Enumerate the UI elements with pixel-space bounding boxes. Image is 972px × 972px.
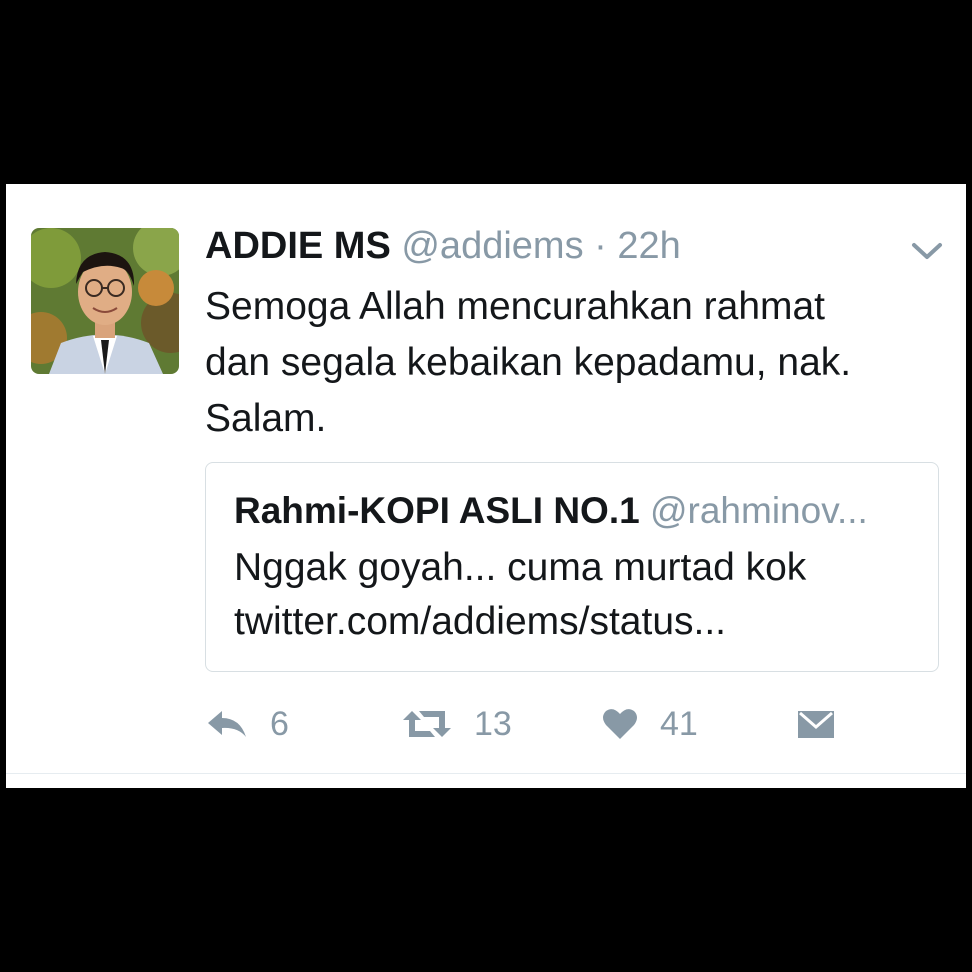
chevron-down-icon[interactable] [910, 240, 944, 262]
tweet-header: ADDIE MS @addiems · 22h [205, 224, 946, 268]
quoted-text-line: twitter.com/addiems/status... [234, 600, 727, 643]
separator: · [594, 225, 607, 267]
tweet-text-line: Salam. [205, 397, 327, 440]
avatar-image [31, 228, 179, 374]
quoted-tweet-text: Nggak goyah... cuma murtad kok twitter.c… [234, 541, 806, 649]
quoted-author-handle: @rahminov... [649, 490, 868, 531]
quoted-tweet[interactable]: Rahmi-KOPI ASLI NO.1 @rahminov... Nggak … [205, 462, 939, 672]
divider [6, 773, 966, 774]
reply-button[interactable]: 6 [206, 696, 289, 752]
quoted-text-line: Nggak goyah... cuma murtad kok [234, 546, 807, 589]
quoted-tweet-header: Rahmi-KOPI ASLI NO.1 @rahminov... [234, 487, 868, 535]
avatar[interactable] [31, 228, 179, 374]
tweet-text: Semoga Allah mencurahkan rahmat dan sega… [205, 279, 935, 447]
author-handle[interactable]: @addiems [401, 225, 583, 267]
heart-icon [603, 709, 637, 739]
like-button[interactable]: 41 [602, 696, 698, 752]
retweet-icon [403, 711, 451, 737]
envelope-icon [798, 711, 834, 738]
retweet-count: 13 [474, 704, 512, 743]
direct-message-button[interactable] [796, 696, 836, 752]
reply-icon [208, 711, 246, 737]
retweet-button[interactable]: 13 [402, 696, 512, 752]
tweet-text-line: Semoga Allah mencurahkan rahmat [205, 285, 826, 328]
tweet-text-line: dan segala kebaikan kepadamu, nak. [205, 341, 852, 384]
quoted-author-name: Rahmi-KOPI ASLI NO.1 [234, 490, 640, 531]
author-name[interactable]: ADDIE MS [205, 225, 391, 267]
like-count: 41 [660, 704, 698, 743]
action-bar: 6 13 41 [6, 696, 966, 752]
reply-count: 6 [270, 704, 289, 743]
timestamp[interactable]: 22h [617, 225, 680, 267]
tweet-card[interactable]: ADDIE MS @addiems · 22h Semoga Allah men… [6, 184, 966, 788]
